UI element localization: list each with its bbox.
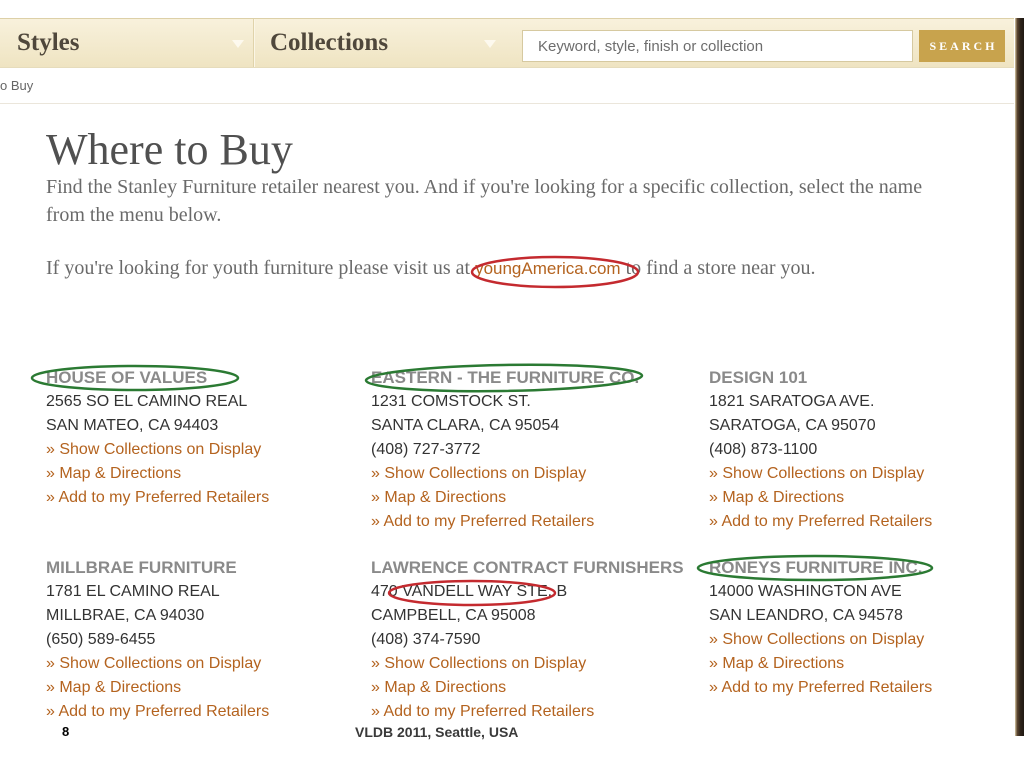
add-preferred-retailer-link[interactable]: » Add to my Preferred Retailers — [371, 510, 639, 534]
retailer-name: RONEYS FURNITURE INC. — [709, 558, 923, 577]
search-input[interactable] — [522, 30, 913, 62]
search-button[interactable]: SEARCH — [919, 30, 1005, 62]
youth-note-suffix: to find a store near you. — [625, 257, 816, 279]
collections-dropdown-label: Collections — [270, 29, 389, 56]
intro-text-line-1: Find the Stanley Furniture retailer near… — [46, 176, 923, 198]
retailer-city-state-zip: SANTA CLARA, CA 95054 — [371, 417, 560, 434]
youth-furniture-note: If you're looking for youth furniture pl… — [46, 254, 816, 283]
retailer-address: 1231 COMSTOCK ST. — [371, 393, 531, 410]
retailer-city-state-zip: SAN LEANDRO, CA 94578 — [709, 607, 903, 624]
retailer-city-state-zip: SARATOGA, CA 95070 — [709, 417, 876, 434]
retailer-city-state-zip: MILLBRAE, CA 94030 — [46, 607, 205, 624]
map-directions-link[interactable]: » Map & Directions — [46, 462, 269, 486]
retailer-city-state-zip: CAMPBELL, CA 95008 — [371, 607, 536, 624]
retailer-card: DESIGN 101 1821 SARATOGA AVE. SARATOGA, … — [709, 366, 932, 534]
retailer-card: RONEYS FURNITURE INC. 14000 WASHINGTON A… — [709, 556, 932, 700]
map-directions-link[interactable]: » Map & Directions — [371, 676, 684, 700]
slide-footer-venue: VLDB 2011, Seattle, USA — [355, 724, 519, 740]
map-directions-link[interactable]: » Map & Directions — [371, 486, 639, 510]
retailer-card: EASTERN - THE FURNITURE CO. 1231 COMSTOC… — [371, 366, 639, 534]
show-collections-link[interactable]: » Show Collections on Display — [46, 438, 269, 462]
map-directions-link[interactable]: » Map & Directions — [709, 486, 932, 510]
retailer-address: 14000 WASHINGTON AVE — [709, 583, 902, 600]
retailer-name: LAWRENCE CONTRACT FURNISHERS — [371, 558, 684, 577]
retailer-phone: (408) 873-1100 — [709, 441, 818, 458]
caret-down-icon — [232, 40, 244, 48]
retailer-phone: (650) 589-6455 — [46, 631, 156, 648]
retailer-name: DESIGN 101 — [709, 368, 808, 387]
retailer-name: EASTERN - THE FURNITURE CO. — [371, 368, 640, 387]
add-preferred-retailer-link[interactable]: » Add to my Preferred Retailers — [46, 486, 269, 510]
retailer-name: HOUSE OF VALUES — [46, 368, 208, 387]
map-directions-link[interactable]: » Map & Directions — [46, 676, 269, 700]
retailer-card: MILLBRAE FURNITURE 1781 EL CAMINO REAL M… — [46, 556, 269, 724]
collections-dropdown[interactable]: Collections — [253, 19, 512, 67]
show-collections-link[interactable]: » Show Collections on Display — [709, 628, 932, 652]
add-preferred-retailer-link[interactable]: » Add to my Preferred Retailers — [371, 700, 684, 724]
page-title: Where to Buy — [46, 125, 293, 174]
retailer-address: 470 VANDELL WAY STE. B — [371, 583, 568, 600]
add-preferred-retailer-link[interactable]: » Add to my Preferred Retailers — [709, 510, 932, 534]
retailer-address: 2565 SO EL CAMINO REAL — [46, 393, 248, 410]
show-collections-link[interactable]: » Show Collections on Display — [46, 652, 269, 676]
retailer-address: 1821 SARATOGA AVE. — [709, 393, 875, 410]
retailer-card: HOUSE OF VALUES 2565 SO EL CAMINO REAL S… — [46, 366, 269, 510]
show-collections-link[interactable]: » Show Collections on Display — [371, 462, 639, 486]
show-collections-link[interactable]: » Show Collections on Display — [371, 652, 684, 676]
retailer-address: 1781 EL CAMINO REAL — [46, 583, 220, 600]
main-nav: Styles Collections SEARCH — [0, 18, 1014, 68]
styles-dropdown[interactable]: Styles — [0, 19, 253, 67]
intro-text-line-2: from the menu below. — [46, 204, 222, 226]
show-collections-link[interactable]: » Show Collections on Display — [709, 462, 932, 486]
retailer-name: MILLBRAE FURNITURE — [46, 558, 237, 577]
styles-dropdown-label: Styles — [17, 29, 80, 56]
slide: Styles Collections SEARCH o Buy Where to… — [0, 0, 1024, 768]
retailer-city-state-zip: SAN MATEO, CA 94403 — [46, 417, 219, 434]
retailer-phone: (408) 374-7590 — [371, 631, 481, 648]
breadcrumb: o Buy — [0, 78, 34, 93]
header-divider — [0, 103, 1014, 104]
retailer-card: LAWRENCE CONTRACT FURNISHERS 470 VANDELL… — [371, 556, 684, 724]
map-directions-link[interactable]: » Map & Directions — [709, 652, 932, 676]
window-frame-edge — [1015, 18, 1024, 736]
slide-number: 8 — [62, 724, 70, 739]
retailer-phone: (408) 727-3772 — [371, 441, 481, 458]
caret-down-icon — [484, 40, 496, 48]
young-america-link[interactable]: youngAmerica.com — [475, 259, 621, 278]
add-preferred-retailer-link[interactable]: » Add to my Preferred Retailers — [46, 700, 269, 724]
youth-note-prefix: If you're looking for youth furniture pl… — [46, 257, 471, 279]
add-preferred-retailer-link[interactable]: » Add to my Preferred Retailers — [709, 676, 932, 700]
